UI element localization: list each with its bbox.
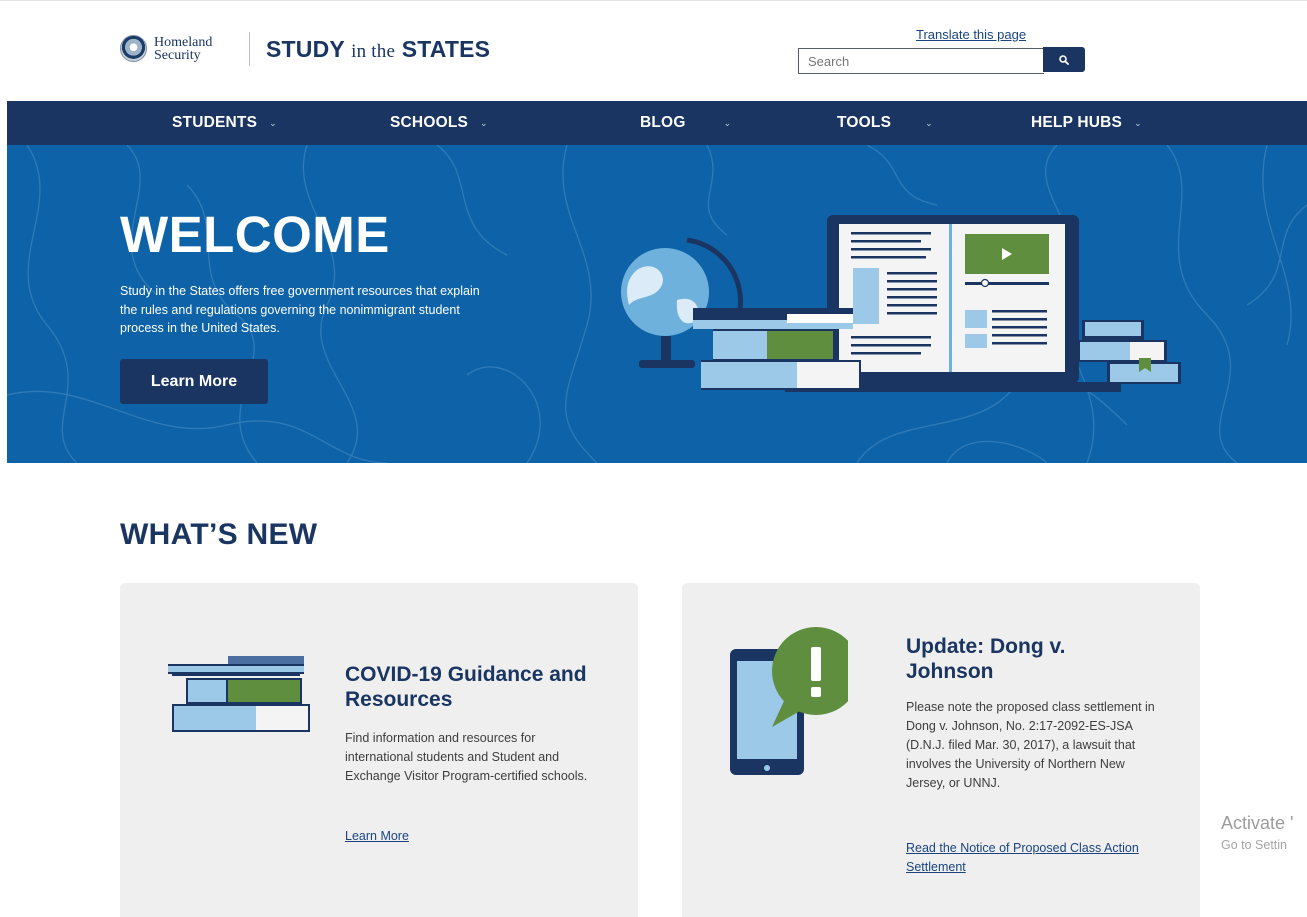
hero-title: WELCOME bbox=[120, 206, 390, 263]
chevron-down-icon: ⌄ bbox=[925, 117, 933, 128]
nav-label: SCHOOLS bbox=[390, 114, 469, 131]
dhs-logo-text[interactable]: Homeland Security bbox=[154, 36, 212, 63]
chevron-down-icon: ⌄ bbox=[723, 117, 732, 128]
nav-label: TOOLS bbox=[837, 114, 892, 131]
learn-more-button[interactable]: Learn More bbox=[120, 359, 268, 404]
nav-item-blog[interactable]: BLOG ⌄ bbox=[640, 101, 731, 145]
translate-link[interactable]: Translate this page bbox=[916, 27, 1026, 42]
logo-in-the: in the bbox=[351, 41, 396, 62]
nav-item-students[interactable]: STUDENTS ⌄ bbox=[172, 101, 277, 145]
chevron-down-icon: ⌄ bbox=[480, 117, 488, 128]
nav-label: STUDENTS bbox=[172, 114, 258, 131]
study-illustration bbox=[621, 215, 1181, 392]
card-description: Find information and resources for inter… bbox=[345, 731, 588, 783]
logo-states: STATES bbox=[401, 36, 491, 62]
chevron-down-icon: ⌄ bbox=[269, 117, 277, 128]
nav-item-schools[interactable]: SCHOOLS ⌄ bbox=[390, 101, 488, 145]
logo-divider bbox=[249, 32, 250, 66]
search-icon bbox=[1059, 54, 1069, 65]
dhs-seal-icon[interactable] bbox=[120, 35, 147, 62]
logo-study: STUDY bbox=[266, 36, 345, 62]
card-title: COVID-19 Guidance and Resources bbox=[345, 663, 587, 711]
nav-label: BLOG bbox=[640, 114, 686, 131]
card-title: Update: Dong v. Johnson bbox=[906, 635, 1066, 683]
notice-settlement-link[interactable]: Read the Notice of Proposed Class Action… bbox=[906, 839, 1146, 877]
card-description: Please note the proposed class settlemen… bbox=[906, 700, 1155, 790]
learn-more-link[interactable]: Learn More bbox=[345, 827, 409, 846]
site-header: Homeland Security STUDY in the STATES Tr… bbox=[0, 0, 1307, 101]
search-button[interactable] bbox=[1043, 47, 1085, 72]
top-rule bbox=[0, 0, 1307, 1]
study-in-the-states-logo[interactable]: STUDY in the STATES bbox=[266, 36, 490, 63]
news-card-covid: COVID-19 Guidance and Resources Find inf… bbox=[120, 583, 638, 917]
activation-watermark-title: Activate ' bbox=[1221, 813, 1294, 833]
search-input[interactable] bbox=[798, 48, 1044, 74]
book-stack-icon bbox=[1077, 320, 1181, 384]
whats-new-heading: WHAT’S NEW bbox=[120, 518, 318, 551]
main-nav: STUDENTS ⌄ SCHOOLS ⌄ BLOG ⌄ TOOLS ⌄ HELP HUB… bbox=[7, 101, 1307, 145]
hero-banner: WELCOME Study in the States offers free … bbox=[7, 145, 1307, 463]
chevron-down-icon: ⌄ bbox=[1134, 117, 1142, 128]
news-card-dong-v-johnson: Update: Dong v. Johnson Please note the … bbox=[682, 583, 1200, 917]
dhs-logo-line2: Security bbox=[154, 48, 201, 63]
nav-item-help-hubs[interactable]: HELP HUBS ⌄ bbox=[1031, 101, 1142, 145]
nav-label: HELP HUBS bbox=[1031, 114, 1123, 131]
hero-description: Study in the States offers free governme… bbox=[120, 284, 480, 335]
activation-watermark-subtitle: Go to Settin bbox=[1221, 838, 1288, 852]
phone-alert-icon bbox=[730, 627, 848, 775]
nav-item-tools[interactable]: TOOLS ⌄ bbox=[837, 101, 933, 145]
books-icon bbox=[168, 656, 310, 732]
